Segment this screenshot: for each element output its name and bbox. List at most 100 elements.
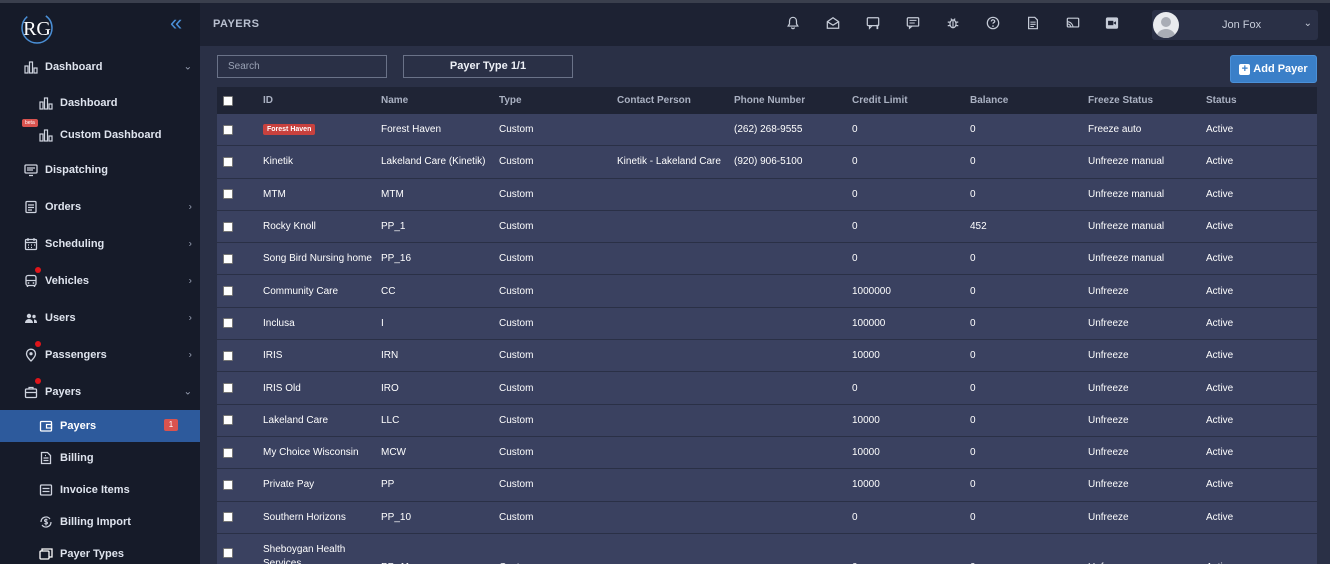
sidebar-item-label: Orders	[45, 200, 82, 213]
row-checkbox[interactable]	[223, 447, 233, 458]
chat-icon[interactable]	[906, 16, 922, 32]
cell-type: Custom	[499, 447, 534, 459]
column-header-status[interactable]: Status	[1206, 87, 1237, 114]
table-row[interactable]: Kinetik Lakeland Care (Kinetik) Custom Kine…	[217, 146, 1317, 179]
sidebar-item-users[interactable]: Users ›	[0, 299, 200, 336]
table-row[interactable]: Inclusa I Custom 100000 0 Unfreeze Active	[217, 307, 1317, 341]
cell-type: Custom	[499, 534, 533, 564]
cell-id: IRIS	[263, 350, 283, 362]
search-input[interactable]	[217, 55, 387, 78]
table-row[interactable]: Song Bird Nursing home PP_16 Custom 0 0 Unfre…	[217, 243, 1317, 276]
cell-type: Custom	[499, 317, 534, 329]
column-header-phone-number[interactable]: Phone Number	[734, 87, 805, 114]
mail-open-icon[interactable]	[826, 16, 842, 32]
payer-type-filter-button[interactable]: Payer Type 1/1	[403, 55, 573, 78]
table-row[interactable]: Rocky Knoll PP_1 Custom 0 452 Unfreeze manual…	[217, 210, 1317, 244]
table-row[interactable]: Community Care CC Custom 1000000 0 Unfreeze Ac…	[217, 275, 1317, 308]
row-checkbox[interactable]	[223, 479, 233, 490]
notes-icon[interactable]	[1026, 16, 1042, 32]
column-header-id[interactable]: ID	[263, 87, 273, 114]
sidebar-item-payers[interactable]: Payers ⌄	[0, 373, 200, 410]
table-row[interactable]: My Choice Wisconsin MCW Custom 10000 0 Unfree…	[217, 436, 1317, 470]
notification-dot	[35, 378, 41, 384]
wallet-icon	[38, 418, 54, 434]
sidebar-item-passengers[interactable]: Passengers ›	[0, 336, 200, 373]
cast-icon[interactable]	[1066, 16, 1082, 32]
sidebar-item-invoice-items-sub[interactable]: Invoice Items	[0, 474, 200, 506]
user-menu[interactable]: Jon Fox ⌄	[1152, 10, 1318, 40]
sidebar-item-dashboard[interactable]: Dashboard ⌄	[0, 47, 200, 87]
briefcase-icon	[23, 384, 39, 400]
table-row[interactable]: MTM MTM Custom 0 0 Unfreeze manual Active	[217, 178, 1317, 211]
column-header-credit-limit[interactable]: Credit Limit	[852, 87, 908, 114]
row-checkbox[interactable]	[223, 286, 233, 297]
table-row[interactable]: Southern Horizons PP_10 Custom 0 0 Unfreeze Ac…	[217, 501, 1317, 534]
invoice-icon	[38, 450, 54, 466]
cell-balance: 0	[970, 285, 976, 297]
document-icon	[23, 199, 39, 215]
cell-id: Community Care	[263, 285, 339, 297]
sidebar-item-billing-sub[interactable]: Billing	[0, 442, 200, 474]
sidebar-item-orders[interactable]: Orders ›	[0, 188, 200, 225]
row-checkbox[interactable]	[223, 318, 233, 329]
row-checkbox[interactable]	[223, 548, 233, 559]
row-checkbox[interactable]	[223, 350, 233, 361]
bell-icon[interactable]	[786, 16, 802, 32]
cell-credit: 0	[852, 382, 858, 394]
column-header-freeze-status[interactable]: Freeze Status	[1088, 87, 1153, 114]
cell-balance: 0	[970, 534, 976, 564]
sidebar-item-payers-sub[interactable]: Payers 1	[0, 410, 200, 442]
row-checkbox[interactable]	[223, 383, 233, 394]
sidebar-item-billing-import-sub[interactable]: Billing Import	[0, 506, 200, 538]
video-icon[interactable]	[1105, 16, 1121, 32]
cell-balance: 0	[970, 156, 976, 168]
sidebar-item-label: Scheduling	[45, 237, 105, 250]
cell-status: Active	[1206, 253, 1234, 265]
table-row[interactable]: IRIS Old IRO Custom 0 0 Unfreeze Active	[217, 372, 1317, 405]
row-checkbox[interactable]	[223, 124, 233, 135]
id-tag[interactable]: Forest Haven	[263, 124, 316, 136]
chevron-down-icon: ⌄	[1303, 18, 1312, 29]
sidebar-item-vehicles[interactable]: Vehicles ›	[0, 262, 200, 299]
cell-credit: 0	[852, 253, 858, 265]
rg-logo[interactable]: RG	[16, 11, 58, 45]
chevron-down-icon: ⌄	[183, 61, 192, 73]
sidebar-item-scheduling[interactable]: Scheduling ›	[0, 225, 200, 262]
table-row[interactable]: Sheboygan Health Services PP_11 Custom 0 0 Un…	[217, 533, 1317, 564]
table-row[interactable]: Private Pay PP Custom 10000 0 Unfreeze Active	[217, 469, 1317, 502]
sidebar-item-custom-dashboard-sub[interactable]: beta Custom Dashboard	[0, 119, 200, 151]
row-checkbox[interactable]	[223, 415, 233, 426]
help-icon[interactable]	[986, 16, 1002, 32]
cell-name: I	[381, 317, 384, 329]
column-header-type[interactable]: Type	[499, 87, 522, 114]
sidebar-item-label: Billing Import	[60, 516, 131, 528]
sidebar-item-label: Vehicles	[45, 274, 90, 287]
cell-freeze: Unfreeze	[1088, 285, 1129, 297]
cell-type: Custom	[499, 253, 534, 265]
column-header-contact-person[interactable]: Contact Person	[617, 87, 691, 114]
cell-freeze: Unfreeze manual	[1088, 188, 1165, 200]
cell-credit: 10000	[852, 350, 880, 362]
add-payer-button[interactable]: + Add Payer	[1230, 55, 1317, 83]
select-all-checkbox[interactable]	[223, 95, 233, 106]
table-row[interactable]: Forest Haven Forest Haven Custom (262) 268-…	[217, 114, 1317, 147]
column-header-name[interactable]: Name	[381, 87, 408, 114]
cell-name: IRN	[381, 350, 399, 362]
message-alert-icon[interactable]	[866, 16, 882, 32]
sidebar-item-payer-types-sub[interactable]: Payer Types	[0, 538, 200, 564]
row-checkbox[interactable]	[223, 512, 233, 523]
sidebar-item-dashboard-sub[interactable]: Dashboard	[0, 87, 200, 119]
table-row[interactable]: IRIS IRN Custom 10000 0 Unfreeze Active	[217, 340, 1317, 373]
svg-text:RG: RG	[23, 18, 51, 40]
row-checkbox[interactable]	[223, 156, 233, 167]
row-checkbox[interactable]	[223, 253, 233, 264]
table-row[interactable]: Lakeland Care LLC Custom 10000 0 Unfreeze Acti…	[217, 404, 1317, 437]
collapse-sidebar-icon[interactable]: «	[170, 12, 192, 35]
cell-balance: 0	[970, 382, 976, 394]
sidebar-item-dispatching[interactable]: Dispatching	[0, 151, 200, 188]
row-checkbox[interactable]	[223, 221, 233, 232]
bug-icon[interactable]	[946, 16, 962, 32]
row-checkbox[interactable]	[223, 189, 233, 200]
calendar-icon	[23, 236, 39, 252]
column-header-balance[interactable]: Balance	[970, 87, 1008, 114]
